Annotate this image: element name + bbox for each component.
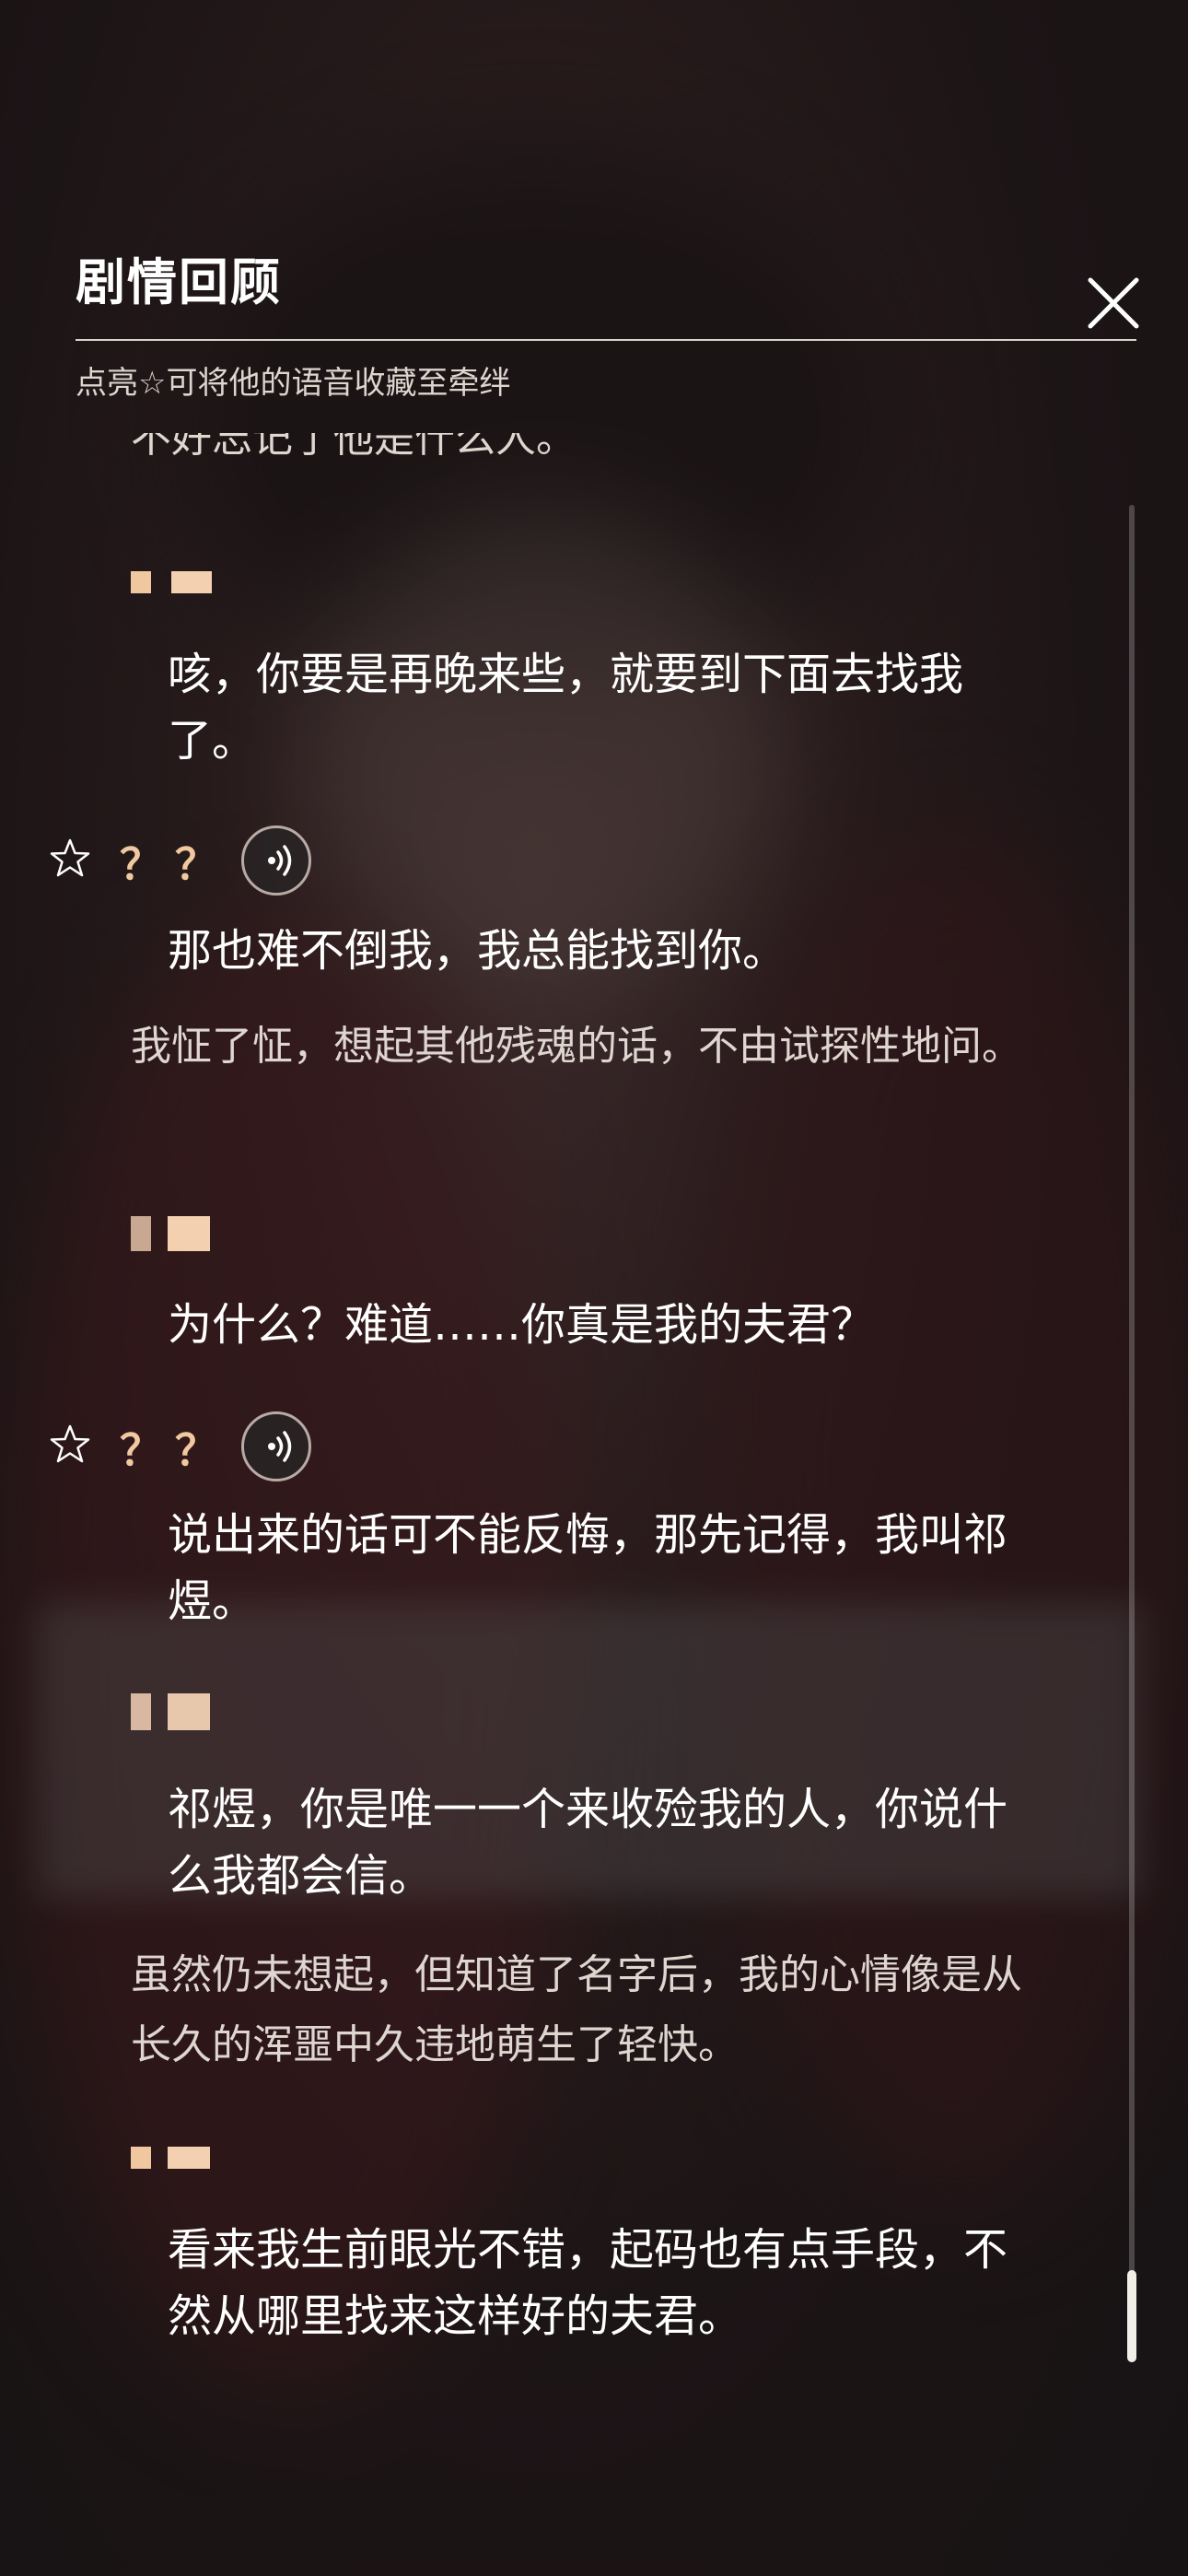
dialogue-line: 那也难不倒我，我总能找到你。	[168, 925, 787, 977]
header-divider	[76, 339, 1136, 341]
voice-play-icon[interactable]	[241, 825, 311, 896]
header: 剧情回顾	[76, 241, 1135, 314]
narration-text: 虽然仍未想起，但知道了名字后，我的心情像是从长久的浑噩中久违地萌生了轻快。	[131, 1951, 1022, 2068]
dialogue-cut-line: 不好忘记了他是什么人。	[131, 433, 577, 462]
close-icon[interactable]	[1077, 267, 1149, 339]
dialogue-line: 说出来的话可不能反悔，那先记得，我叫祁煜。	[168, 1509, 1008, 1627]
scrollbar-thumb[interactable]	[1127, 2270, 1136, 2362]
dialogue-line: 咳，你要是再晚来些，就要到下面去找我了。	[168, 649, 964, 767]
speaker-name: ？？	[120, 839, 230, 889]
speaker-name: ？？	[120, 1425, 230, 1475]
speaker-name-player	[131, 2147, 214, 2176]
narration-text: 我怔了怔，想起其他残魂的话，不由试探性地问。	[131, 1023, 1022, 1070]
dialogue-log[interactable]: 不好忘记了他是什么人。 咳，你要是再晚来些，就要到下面去找我了。 ？？ 那也难不…	[0, 433, 1188, 2386]
page-title: 剧情回顾	[76, 252, 282, 311]
favorite-hint: 点亮☆可将他的语音收藏至牵绊	[76, 365, 511, 402]
voice-play-icon[interactable]	[241, 1411, 311, 1481]
scrollbar-track[interactable]	[1129, 505, 1135, 2359]
dialogue-line: 祁煜，你是唯一一个来收殓我的人，你说什么我都会信。	[168, 1784, 1008, 1902]
dialogue-line: 为什么？难道……你真是我的夫君？	[168, 1299, 876, 1351]
speaker-name-player	[131, 571, 214, 601]
speaker-name-player	[131, 1216, 214, 1251]
speaker-name-player	[131, 1693, 214, 1730]
star-outline-icon[interactable]	[48, 1423, 92, 1467]
star-outline-icon[interactable]	[48, 837, 92, 881]
dialogue-line: 看来我生前眼光不错，起码也有点手段，不然从哪里找来这样好的夫君。	[168, 2224, 1008, 2342]
